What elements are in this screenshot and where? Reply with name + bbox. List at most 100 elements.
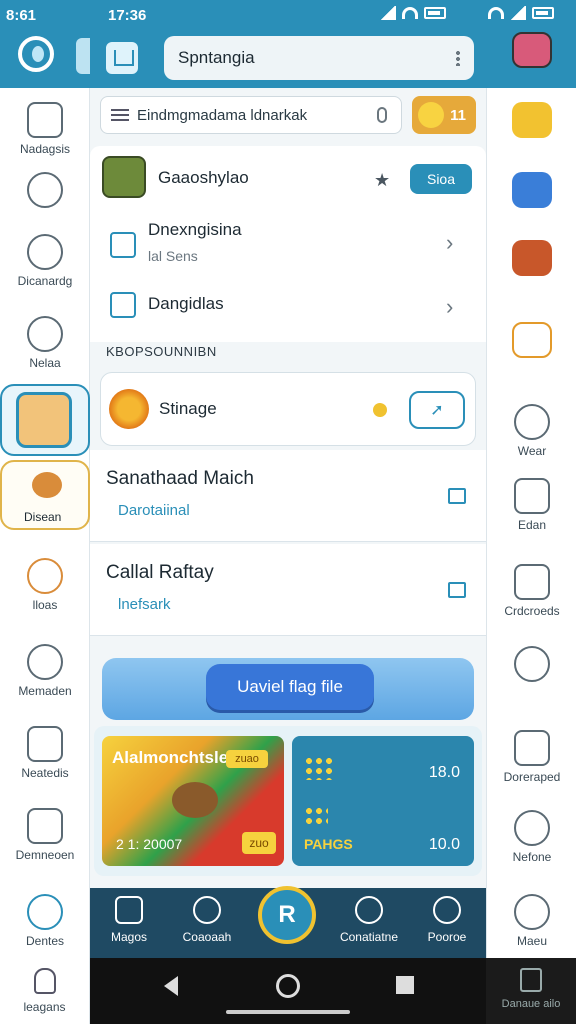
right-rail-item-2[interactable] — [487, 172, 576, 208]
status-time-left: 8:61 — [6, 6, 37, 24]
row-title: Dnexngisina — [148, 220, 242, 239]
signal-icon — [380, 6, 396, 20]
home-circle-icon[interactable] — [276, 974, 300, 998]
header-title-bar[interactable]: Spntangia — [164, 36, 474, 80]
plug-icon — [514, 478, 550, 514]
game-action-button[interactable]: Sioa — [410, 164, 472, 194]
home-button[interactable] — [104, 40, 140, 76]
recents-icon[interactable] — [396, 976, 414, 994]
right-rail-avatar[interactable] — [487, 32, 576, 68]
left-rail-item-10[interactable]: Demneoen — [0, 808, 90, 862]
nav-item-home[interactable]: Magos — [94, 896, 164, 944]
rail-label: Dicanardg — [17, 274, 73, 288]
nav-label: Coaoaah — [182, 930, 232, 944]
shell-icon — [172, 782, 218, 818]
right-rail-item-8[interactable] — [487, 646, 576, 686]
coins-badge[interactable]: 11 — [412, 96, 476, 134]
system-nav-bar — [90, 958, 486, 1024]
gesture-bar[interactable] — [226, 1010, 350, 1014]
more-icon[interactable] — [456, 50, 460, 66]
search-icon — [514, 646, 550, 682]
left-rail-item-11[interactable]: Dentes — [0, 894, 90, 948]
match-title: Sanathaad Maich — [106, 468, 254, 489]
match-subtitle: Darotaiinal — [118, 502, 190, 519]
right-rail-item-11[interactable]: Maeu — [487, 894, 576, 948]
status-icons — [380, 6, 446, 20]
left-rail-item-selected[interactable]: Disean — [0, 460, 90, 530]
rail-label: Nelaa — [29, 356, 61, 370]
left-rail: Nadagsis Dicanardg Nelaa Disean lloas Me… — [0, 88, 90, 1024]
left-rail-item-3[interactable]: Dicanardg — [0, 234, 90, 288]
chart-icon — [110, 232, 136, 258]
promo-label: PAHGS — [304, 836, 353, 852]
rail-label: Danaue ailo — [501, 998, 561, 1010]
match-item[interactable]: Sanathaad Maich Darotaiinal — [90, 450, 486, 542]
send-button[interactable]: ➚ — [409, 391, 465, 429]
promo-title: Alalmonchtsle — [112, 748, 229, 767]
edit-icon[interactable] — [448, 582, 466, 598]
battery-icon — [532, 7, 554, 19]
match-title: Callal Raftay — [106, 562, 214, 583]
right-rail-item-1[interactable] — [487, 102, 576, 138]
right-rail: Wear Edan Crdcroeds Doreraped Nefone Mae… — [486, 32, 576, 1024]
chat-icon — [514, 404, 550, 440]
app-logo-icon[interactable] — [18, 36, 54, 72]
side-handle — [76, 38, 90, 74]
storage-card[interactable]: Stinage ➚ — [100, 372, 476, 446]
left-rail-item-avatar[interactable] — [0, 384, 90, 456]
grid-icon — [433, 896, 461, 924]
star-icon[interactable]: ★ — [374, 170, 390, 191]
right-rail-item-5[interactable]: Wear — [487, 404, 576, 458]
left-rail-item-profile[interactable]: leagans — [0, 958, 90, 1024]
right-rail-share[interactable]: Danaue ailo — [486, 958, 576, 1024]
person-icon — [514, 810, 550, 846]
main-panel: 17:36 Spntangia Eindmgmadama ldnarkak 11… — [90, 0, 486, 1024]
settings-list-card: Gaaoshylao ★ Sioa Dnexngisina lal Sens ›… — [90, 146, 486, 342]
promo-value: 18.0 — [428, 764, 460, 781]
left-rail-item-1[interactable]: Nadagsis — [0, 102, 90, 156]
promo-section: Alalmonchtsle zuao 2 1: 20007 zuo 18.0 P… — [94, 726, 482, 876]
right-rail-item-7[interactable]: Crdcroeds — [487, 564, 576, 618]
back-icon[interactable] — [164, 976, 178, 996]
smile-icon — [27, 644, 63, 680]
face-icon — [27, 234, 63, 270]
promo-price: 2 1: 20007 — [116, 836, 183, 852]
nav-label: Conatiatne — [339, 930, 399, 944]
match-item[interactable]: Callal Raftay lnefsark — [90, 544, 486, 636]
right-rail-item-4[interactable] — [487, 322, 576, 358]
left-rail-item-2[interactable] — [0, 172, 90, 212]
chevron-right-icon: › — [446, 230, 454, 255]
promo-card-right[interactable]: 18.0 PAHGS 10.0 — [292, 736, 474, 866]
promo-card-left[interactable]: Alalmonchtsle zuao 2 1: 20007 zuo — [102, 736, 284, 866]
right-rail-item-3[interactable] — [487, 240, 576, 276]
nav-center-button[interactable]: R — [258, 886, 316, 944]
edit-icon[interactable] — [448, 488, 466, 504]
right-rail-item-9[interactable]: Doreraped — [487, 730, 576, 784]
mic-icon[interactable] — [377, 107, 387, 123]
nav-item-profile[interactable]: Coaoaah — [172, 896, 242, 944]
rail-label: lloas — [32, 598, 58, 612]
signal-icon — [510, 6, 526, 20]
primary-action-area: Uaviel flag file — [102, 658, 474, 720]
left-rail-item-7[interactable]: lloas — [0, 558, 90, 612]
rail-label: leagans — [23, 1000, 66, 1014]
match-subtitle: lnefsark — [118, 596, 171, 613]
grid-icon — [514, 730, 550, 766]
person-icon — [34, 968, 56, 994]
nav-item-more[interactable]: Pooroe — [412, 896, 482, 944]
right-rail-item-6[interactable]: Edan — [487, 478, 576, 532]
rail-label: Doreraped — [503, 770, 561, 784]
search-bar[interactable]: Eindmgmadama ldnarkak — [100, 96, 402, 134]
nav-item-search[interactable]: Conatiatne — [334, 896, 404, 944]
status-icons-right — [488, 6, 554, 20]
menu-icon[interactable] — [111, 109, 129, 121]
primary-button[interactable]: Uaviel flag file — [206, 664, 374, 710]
edit-icon — [27, 726, 63, 762]
left-rail-item-9[interactable]: Neatedis — [0, 726, 90, 780]
promo-tag: zuao — [226, 750, 268, 768]
right-rail-item-10[interactable]: Nefone — [487, 810, 576, 864]
checkbox-icon — [110, 292, 136, 318]
left-rail-item-4[interactable]: Nelaa — [0, 316, 90, 370]
game-thumbnail-icon — [102, 156, 146, 198]
left-rail-item-8[interactable]: Memaden — [0, 644, 90, 698]
